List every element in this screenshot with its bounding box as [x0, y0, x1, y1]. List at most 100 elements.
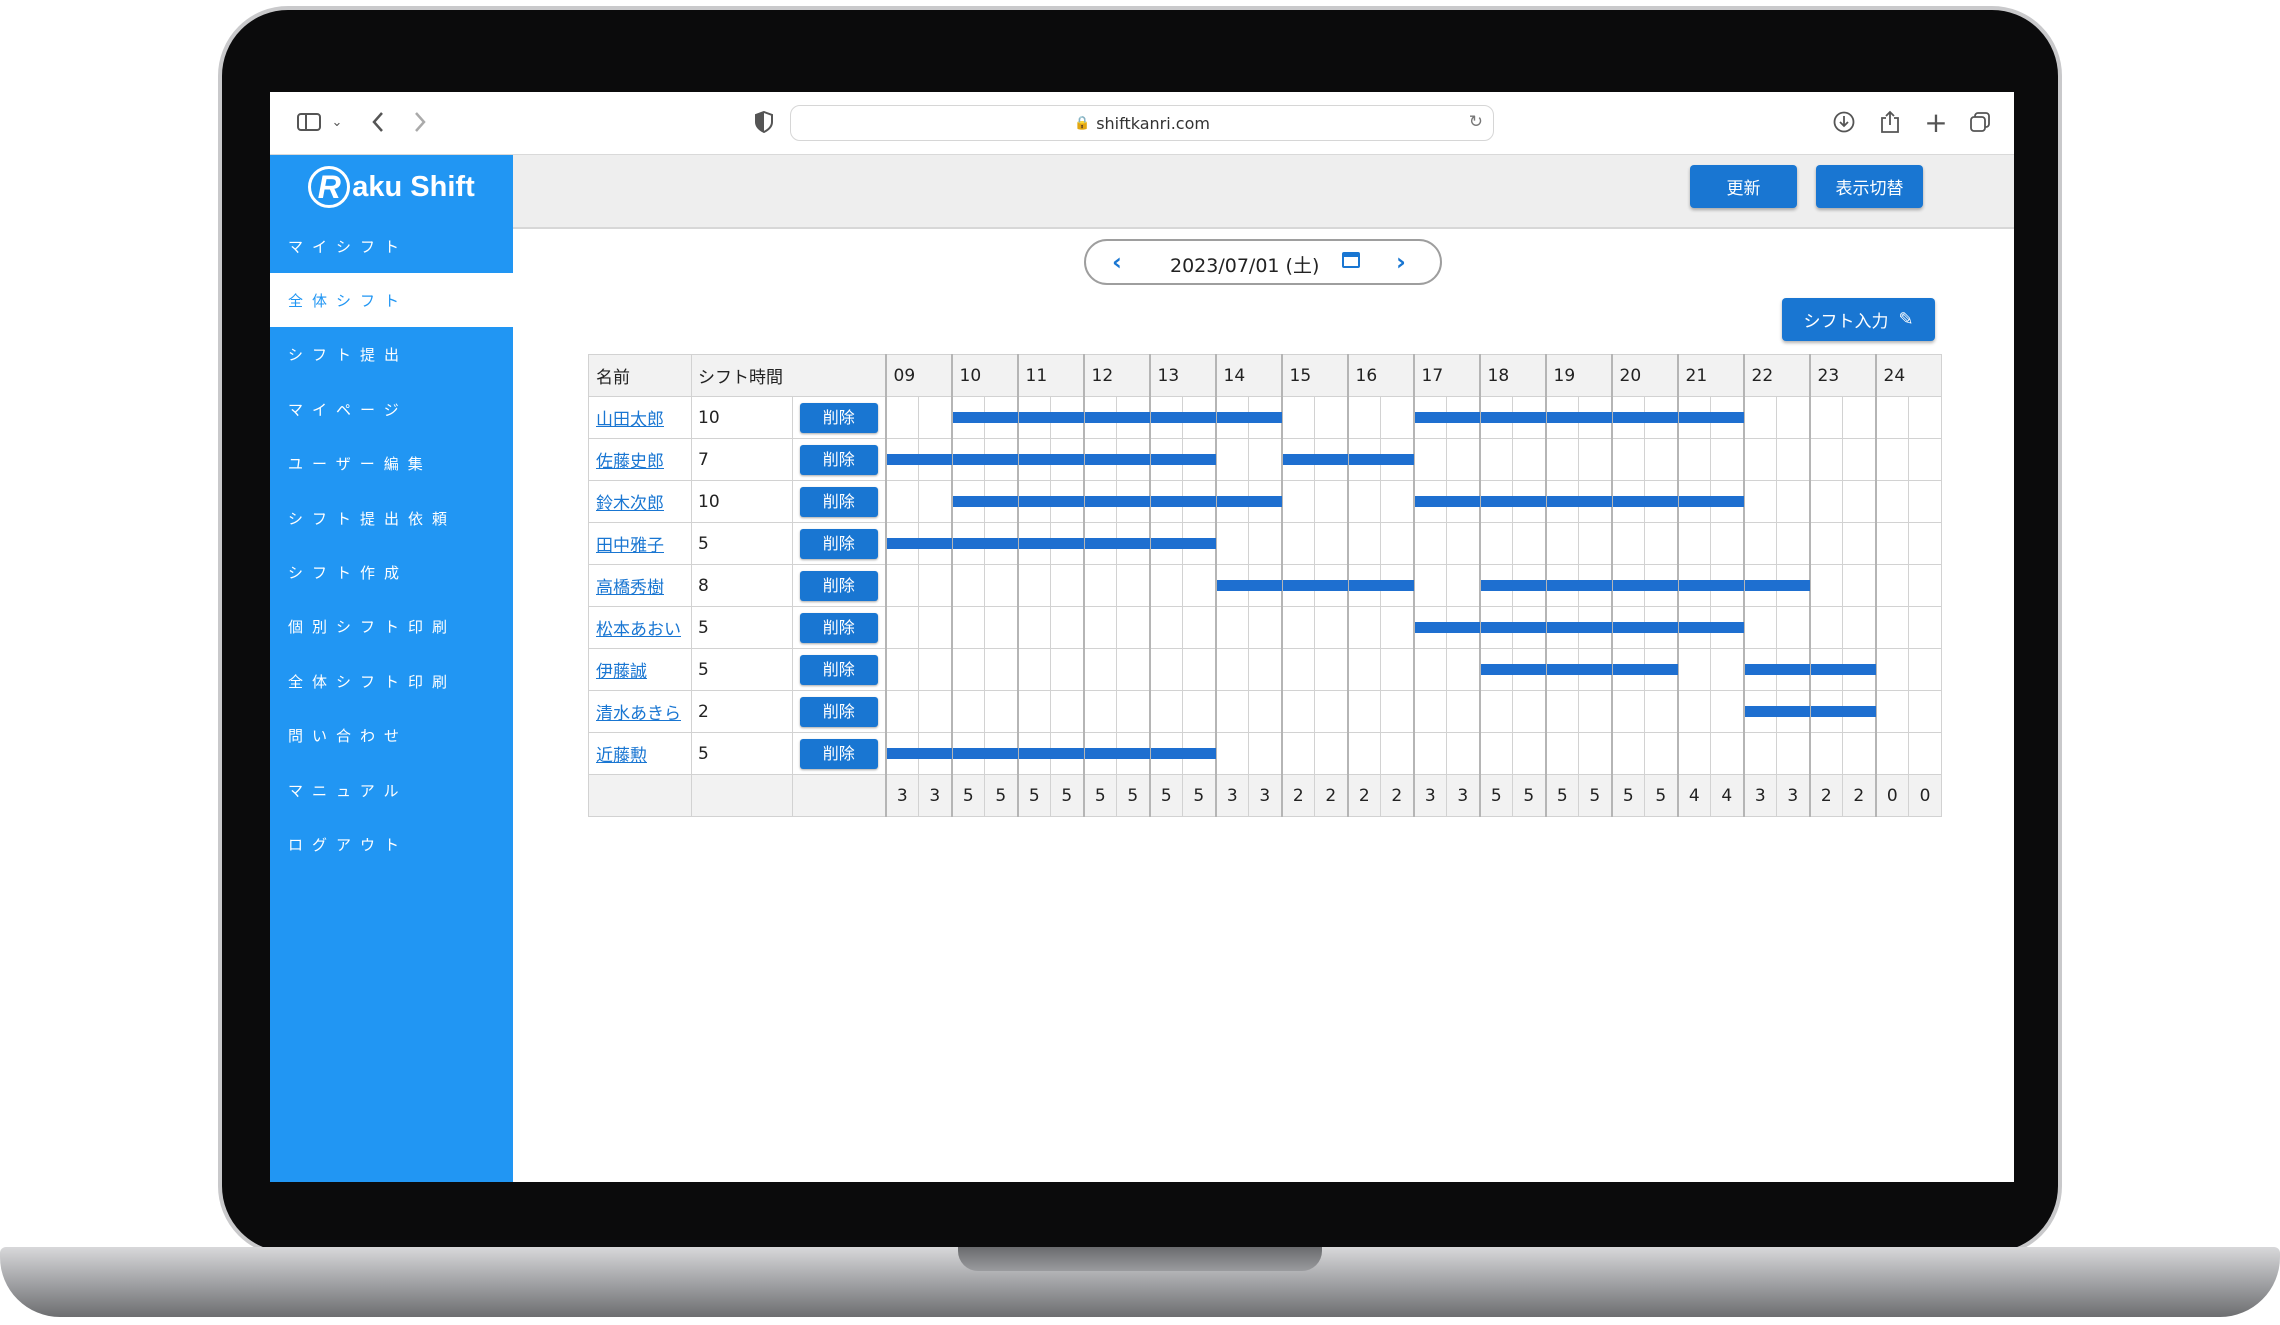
sidebar-item[interactable]: 問い合わせ	[270, 709, 513, 763]
time-slot[interactable]	[1710, 732, 1744, 775]
time-slot[interactable]	[1248, 396, 1282, 439]
time-slot[interactable]	[884, 648, 919, 691]
time-slot[interactable]	[1116, 690, 1150, 733]
time-slot[interactable]	[1412, 438, 1447, 481]
time-slot[interactable]	[918, 480, 952, 523]
time-slot[interactable]	[884, 480, 919, 523]
time-slot[interactable]	[1314, 522, 1348, 565]
time-slot[interactable]	[1248, 690, 1282, 733]
refresh-button[interactable]: 更新	[1690, 165, 1797, 208]
time-slot[interactable]	[884, 606, 919, 649]
time-slot[interactable]	[1578, 438, 1612, 481]
time-slot[interactable]	[1082, 396, 1117, 439]
sidebar-toggle-icon[interactable]	[294, 106, 324, 138]
time-slot[interactable]	[918, 732, 952, 775]
time-slot[interactable]	[1148, 396, 1183, 439]
employee-name-link[interactable]: 松本あおい	[596, 620, 681, 640]
time-slot[interactable]	[984, 480, 1018, 523]
time-slot[interactable]	[950, 690, 985, 733]
time-slot[interactable]	[1610, 690, 1645, 733]
time-slot[interactable]	[950, 648, 985, 691]
time-slot[interactable]	[918, 690, 952, 733]
time-slot[interactable]	[1478, 606, 1513, 649]
time-slot[interactable]	[1148, 480, 1183, 523]
time-slot[interactable]	[1874, 522, 1909, 565]
time-slot[interactable]	[1544, 648, 1579, 691]
time-slot[interactable]	[1346, 480, 1381, 523]
time-slot[interactable]	[950, 606, 985, 649]
time-slot[interactable]	[1676, 480, 1711, 523]
time-slot[interactable]	[1214, 522, 1249, 565]
time-slot[interactable]	[1050, 690, 1084, 733]
time-slot[interactable]	[1808, 648, 1843, 691]
time-slot[interactable]	[1808, 564, 1843, 607]
delete-button[interactable]: 削除	[799, 444, 878, 475]
time-slot[interactable]	[1478, 522, 1513, 565]
time-slot[interactable]	[1314, 396, 1348, 439]
time-slot[interactable]	[1776, 564, 1810, 607]
time-slot[interactable]	[950, 522, 985, 565]
time-slot[interactable]	[1182, 438, 1216, 481]
time-slot[interactable]	[1478, 564, 1513, 607]
time-slot[interactable]	[884, 732, 919, 775]
time-slot[interactable]	[1610, 396, 1645, 439]
time-slot[interactable]	[1908, 522, 1942, 565]
time-slot[interactable]	[1578, 396, 1612, 439]
time-slot[interactable]	[1644, 564, 1678, 607]
time-slot[interactable]	[1082, 480, 1117, 523]
employee-name-link[interactable]: 高橋秀樹	[596, 578, 664, 598]
employee-name-link[interactable]: 山田太郎	[596, 410, 664, 430]
time-slot[interactable]	[1050, 564, 1084, 607]
time-slot[interactable]	[1610, 564, 1645, 607]
time-slot[interactable]	[1148, 732, 1183, 775]
time-slot[interactable]	[1874, 480, 1909, 523]
time-slot[interactable]	[1512, 396, 1546, 439]
time-slot[interactable]	[1610, 606, 1645, 649]
time-slot[interactable]	[1346, 648, 1381, 691]
time-slot[interactable]	[984, 564, 1018, 607]
sidebar-item[interactable]: シフト提出	[270, 328, 513, 382]
time-slot[interactable]	[1644, 522, 1678, 565]
privacy-shield-icon[interactable]	[752, 106, 776, 138]
time-slot[interactable]	[950, 396, 985, 439]
time-slot[interactable]	[984, 438, 1018, 481]
forward-icon[interactable]	[408, 106, 432, 138]
time-slot[interactable]	[1182, 480, 1216, 523]
time-slot[interactable]	[1512, 732, 1546, 775]
time-slot[interactable]	[1544, 690, 1579, 733]
time-slot[interactable]	[1016, 522, 1051, 565]
time-slot[interactable]	[1050, 648, 1084, 691]
time-slot[interactable]	[1842, 690, 1876, 733]
time-slot[interactable]	[1742, 648, 1777, 691]
time-slot[interactable]	[1116, 648, 1150, 691]
delete-button[interactable]: 削除	[799, 402, 878, 433]
time-slot[interactable]	[1478, 438, 1513, 481]
time-slot[interactable]	[884, 396, 919, 439]
time-slot[interactable]	[1842, 606, 1876, 649]
time-slot[interactable]	[918, 648, 952, 691]
time-slot[interactable]	[918, 396, 952, 439]
time-slot[interactable]	[1148, 522, 1183, 565]
time-slot[interactable]	[1676, 564, 1711, 607]
download-icon[interactable]	[1830, 106, 1858, 138]
time-slot[interactable]	[1710, 438, 1744, 481]
time-slot[interactable]	[1842, 564, 1876, 607]
time-slot[interactable]	[1742, 564, 1777, 607]
sidebar-item[interactable]: マイページ	[270, 382, 513, 436]
time-slot[interactable]	[1808, 522, 1843, 565]
time-slot[interactable]	[984, 690, 1018, 733]
time-slot[interactable]	[1082, 522, 1117, 565]
time-slot[interactable]	[1380, 648, 1414, 691]
time-slot[interactable]	[1644, 732, 1678, 775]
time-slot[interactable]	[1380, 438, 1414, 481]
time-slot[interactable]	[1676, 438, 1711, 481]
time-slot[interactable]	[1082, 606, 1117, 649]
time-slot[interactable]	[1346, 522, 1381, 565]
time-slot[interactable]	[1016, 396, 1051, 439]
delete-button[interactable]: 削除	[799, 654, 878, 685]
time-slot[interactable]	[1842, 648, 1876, 691]
time-slot[interactable]	[1578, 564, 1612, 607]
time-slot[interactable]	[1446, 480, 1480, 523]
time-slot[interactable]	[1842, 438, 1876, 481]
time-slot[interactable]	[1676, 648, 1711, 691]
